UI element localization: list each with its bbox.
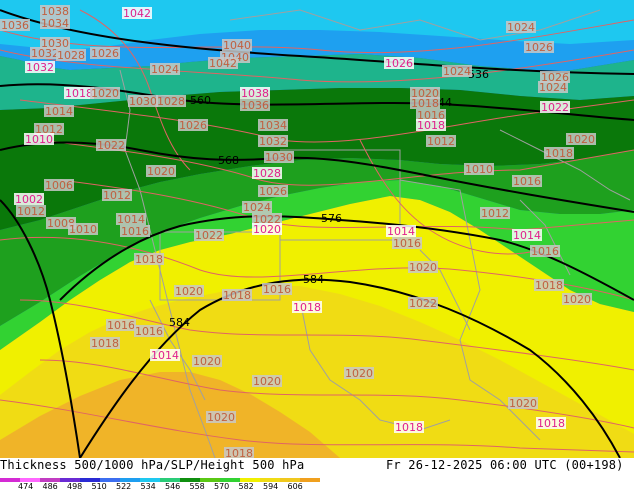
scale-tick-label: 570 bbox=[214, 482, 229, 490]
pressure-label: 1014 bbox=[513, 229, 541, 242]
pressure-label: 1024 bbox=[151, 63, 179, 76]
pressure-label: 1024 bbox=[443, 65, 471, 78]
scale-tick-label: 498 bbox=[67, 482, 82, 490]
pressure-label: 1020 bbox=[207, 411, 235, 424]
pressure-label: 1016 bbox=[531, 245, 559, 258]
pressure-label: 1030 bbox=[265, 151, 293, 164]
pressure-label: 1020 bbox=[175, 285, 203, 298]
footer: Thickness 500/1000 hPa/SLP/Height 500 hP… bbox=[0, 458, 634, 490]
pressure-label: 1022 bbox=[541, 101, 569, 114]
scale-tick-label: 534 bbox=[141, 482, 156, 490]
height-label: 584 bbox=[169, 316, 190, 329]
scale-tick-label: 606 bbox=[288, 482, 303, 490]
pressure-label: 1020 bbox=[345, 367, 373, 380]
pressure-label: 1024 bbox=[507, 21, 535, 34]
map-title: Thickness 500/1000 hPa/SLP/Height 500 hP… bbox=[0, 458, 305, 472]
pressure-label: 1020 bbox=[253, 223, 281, 236]
scale-swatch bbox=[300, 478, 320, 482]
pressure-label: 1028 bbox=[157, 95, 185, 108]
scale-tick-label: 486 bbox=[43, 482, 58, 490]
height-label: 568 bbox=[218, 154, 239, 167]
pressure-label: 1036 bbox=[241, 99, 269, 112]
pressure-label: 1020 bbox=[253, 375, 281, 388]
pressure-label: 1016 bbox=[121, 225, 149, 238]
pressure-label: 1032 bbox=[31, 47, 59, 60]
pressure-label: 1002 bbox=[15, 193, 43, 206]
pressure-label: 1030 bbox=[129, 95, 157, 108]
pressure-label: 1042 bbox=[123, 7, 151, 20]
pressure-label: 1010 bbox=[25, 133, 53, 146]
pressure-label: 1026 bbox=[385, 57, 413, 70]
pressure-label: 1014 bbox=[45, 105, 73, 118]
scale-tick-label: 594 bbox=[263, 482, 278, 490]
scale-tick-label: 522 bbox=[116, 482, 131, 490]
pressure-label: 1028 bbox=[57, 49, 85, 62]
valid-time: Fr 26-12-2025 06:00 UTC (00+198) bbox=[386, 458, 624, 472]
height-label: 576 bbox=[321, 212, 342, 225]
pressure-label: 1022 bbox=[97, 139, 125, 152]
pressure-label: 1020 bbox=[409, 261, 437, 274]
pressure-label: 1026 bbox=[259, 185, 287, 198]
pressure-label: 1032 bbox=[259, 135, 287, 148]
scale-tick-label: 474 bbox=[18, 482, 33, 490]
height-label: 584 bbox=[303, 273, 324, 286]
pressure-label: 1018 bbox=[545, 147, 573, 160]
pressure-label: 1010 bbox=[69, 223, 97, 236]
color-scale: 474 486 498 510 522 534 546 558 570 582 594 606 bbox=[0, 478, 320, 490]
pressure-label: 1028 bbox=[253, 167, 281, 180]
pressure-label: 1018 bbox=[537, 417, 565, 430]
pressure-label: 1026 bbox=[541, 71, 569, 84]
pressure-label: 1014 bbox=[151, 349, 179, 362]
scale-tick-label: 546 bbox=[165, 482, 180, 490]
scale-tick-label: 558 bbox=[190, 482, 205, 490]
height-label: 560 bbox=[190, 94, 211, 107]
pressure-label: 1032 bbox=[26, 61, 54, 74]
pressure-label: 1034 bbox=[259, 119, 287, 132]
pressure-label: 1016 bbox=[513, 175, 541, 188]
pressure-label: 1012 bbox=[427, 135, 455, 148]
pressure-label: 1018 bbox=[91, 337, 119, 350]
pressure-label: 1018 bbox=[417, 119, 445, 132]
pressure-label: 1018 bbox=[223, 289, 251, 302]
pressure-label: 1042 bbox=[209, 57, 237, 70]
pressure-label: 1016 bbox=[263, 283, 291, 296]
pressure-label: 1018 bbox=[293, 301, 321, 314]
pressure-label: 1018 bbox=[135, 253, 163, 266]
pressure-label: 1018 bbox=[395, 421, 423, 434]
scale-tick-label: 582 bbox=[239, 482, 254, 490]
pressure-label: 1016 bbox=[135, 325, 163, 338]
pressure-label: 1018 bbox=[535, 279, 563, 292]
pressure-label: 1020 bbox=[147, 165, 175, 178]
pressure-label: 1006 bbox=[45, 179, 73, 192]
pressure-label: 1020 bbox=[567, 133, 595, 146]
pressure-label: 1036 bbox=[1, 19, 29, 32]
pressure-label: 1020 bbox=[563, 293, 591, 306]
pressure-label: 1020 bbox=[193, 355, 221, 368]
pressure-label: 1020 bbox=[91, 87, 119, 100]
scale-tick-label: 510 bbox=[92, 482, 107, 490]
pressure-label: 1018 bbox=[65, 87, 93, 100]
pressure-label: 1016 bbox=[107, 319, 135, 332]
pressure-label: 1020 bbox=[509, 397, 537, 410]
pressure-label: 1026 bbox=[179, 119, 207, 132]
pressure-label: 1018 bbox=[225, 447, 253, 458]
pressure-label: 1022 bbox=[195, 229, 223, 242]
pressure-label: 1026 bbox=[525, 41, 553, 54]
weather-map: 560 568 576 584 584 536 544 103610381034… bbox=[0, 0, 634, 458]
pressure-label: 1012 bbox=[481, 207, 509, 220]
pressure-label: 1012 bbox=[103, 189, 131, 202]
pressure-label: 1034 bbox=[41, 17, 69, 30]
scale-swatch bbox=[0, 478, 20, 482]
pressure-label: 1016 bbox=[393, 237, 421, 250]
pressure-label: 1026 bbox=[91, 47, 119, 60]
pressure-label: 1022 bbox=[409, 297, 437, 310]
pressure-label: 1012 bbox=[17, 205, 45, 218]
pressure-label: 1010 bbox=[465, 163, 493, 176]
